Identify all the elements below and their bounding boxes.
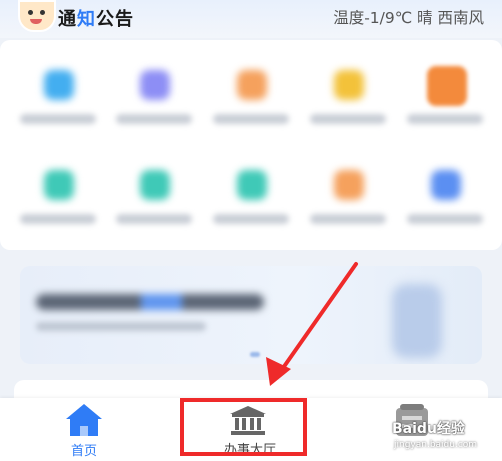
red-arrow-icon	[266, 262, 358, 386]
baidu-watermark: Baidu经验	[392, 421, 465, 437]
app-screen: 通知公告 温度-1/9℃ 晴 西南风 首页 办事大厅 Baidu经验 jingy…	[0, 0, 502, 461]
baidu-watermark-url: jingyan.baidu.com	[394, 440, 478, 450]
